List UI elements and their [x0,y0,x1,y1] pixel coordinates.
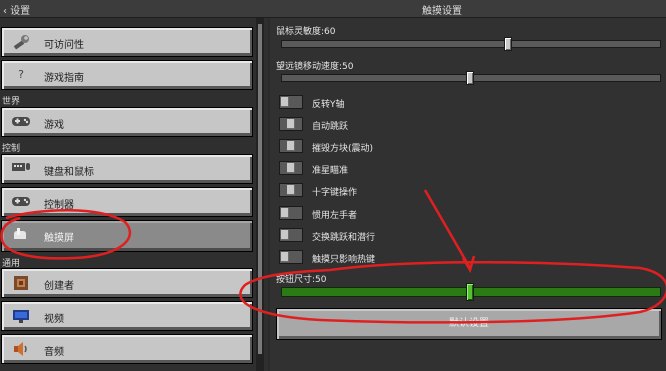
telescope-speed-label: 望远镜移动速度:50 [276,62,354,72]
sidebar-item-label: 音频 [44,347,64,358]
left-handed-label: 惯用左手者 [312,211,358,221]
sidebar-item-audio[interactable]: 音频 [1,334,253,364]
swap-jump-sneak-toggle[interactable] [279,228,303,242]
auto-jump-toggle[interactable] [279,117,303,131]
controller-icon [11,194,31,210]
sidebar-item-label: 控制器 [44,200,74,211]
left-handed-toggle[interactable] [279,206,303,220]
question-icon: ? [18,68,24,81]
button-size-slider-knob[interactable] [466,283,474,301]
sidebar-item-label: 可访问性 [44,40,84,51]
dpad-toggle[interactable] [279,183,303,197]
sidebar-item-label: 键盘和鼠标 [44,167,94,178]
invert-y-label: 反转Y轴 [312,100,345,110]
sidebar-item-game[interactable]: 游戏 [1,107,253,137]
sidebar-item-video[interactable]: 视频 [1,301,253,331]
sidebar-scrollbar-thumb[interactable] [258,24,262,354]
telescope-speed-slider-knob[interactable] [466,71,474,85]
auto-jump-label: 自动跳跃 [312,122,349,132]
reset-defaults-button[interactable]: 默认设置 [276,308,662,340]
crosshair-aim-label: 准星瞄准 [312,166,349,176]
touch-hand-icon [11,227,31,243]
controller-icon [11,114,31,130]
speaker-icon [11,341,31,357]
sidebar-item-keyboard-mouse[interactable]: 键盘和鼠标 [1,154,253,184]
sidebar-item-label: 触摸屏 [44,233,74,244]
crosshair-aim-toggle[interactable] [279,161,303,175]
touch-hotbar-only-label: 触摸只影响热键 [312,255,376,265]
back-button[interactable]: ‹ 设置 [3,2,30,17]
dpad-label: 十字键操作 [312,188,358,198]
keyboard-icon [11,161,31,177]
invert-y-toggle[interactable] [279,95,303,109]
sidebar-item-label: 游戏 [44,120,64,131]
page-title: 触摸设置 [422,6,462,17]
mouse-sensitivity-slider[interactable] [281,40,661,48]
button-size-label: 按钮尺寸:50 [276,275,327,285]
section-label-controls: 控制 [2,144,21,154]
destroy-vibration-toggle[interactable] [279,139,303,153]
sidebar-item-creator[interactable]: 创建者 [1,268,253,298]
wrench-icon [11,34,31,50]
swap-jump-sneak-label: 交换跳跃和潜行 [312,233,376,243]
sidebar-item-touch[interactable]: 触摸屏 [1,220,253,252]
top-bar: ‹ 设置 触摸设置 [0,0,666,18]
sidebar-item-controller[interactable]: 控制器 [1,187,253,217]
mouse-sensitivity-slider-knob[interactable] [504,37,512,51]
sidebar-item-label: 视频 [44,314,64,325]
sidebar-item-label: 游戏指南 [44,73,84,84]
sidebar-item-how-to-play[interactable]: ? 游戏指南 [1,60,253,90]
sidebar-item-accessibility[interactable]: 可访问性 [1,27,253,57]
sidebar-item-label: 创建者 [44,281,74,292]
creator-icon [11,275,31,291]
destroy-vibration-label: 摧毁方块(震动) [312,144,374,154]
monitor-icon [11,308,31,324]
mouse-sensitivity-label: 鼠标灵敏度:60 [276,27,336,37]
section-label-world: 世界 [2,97,21,107]
touch-hotbar-only-toggle[interactable] [279,250,303,264]
